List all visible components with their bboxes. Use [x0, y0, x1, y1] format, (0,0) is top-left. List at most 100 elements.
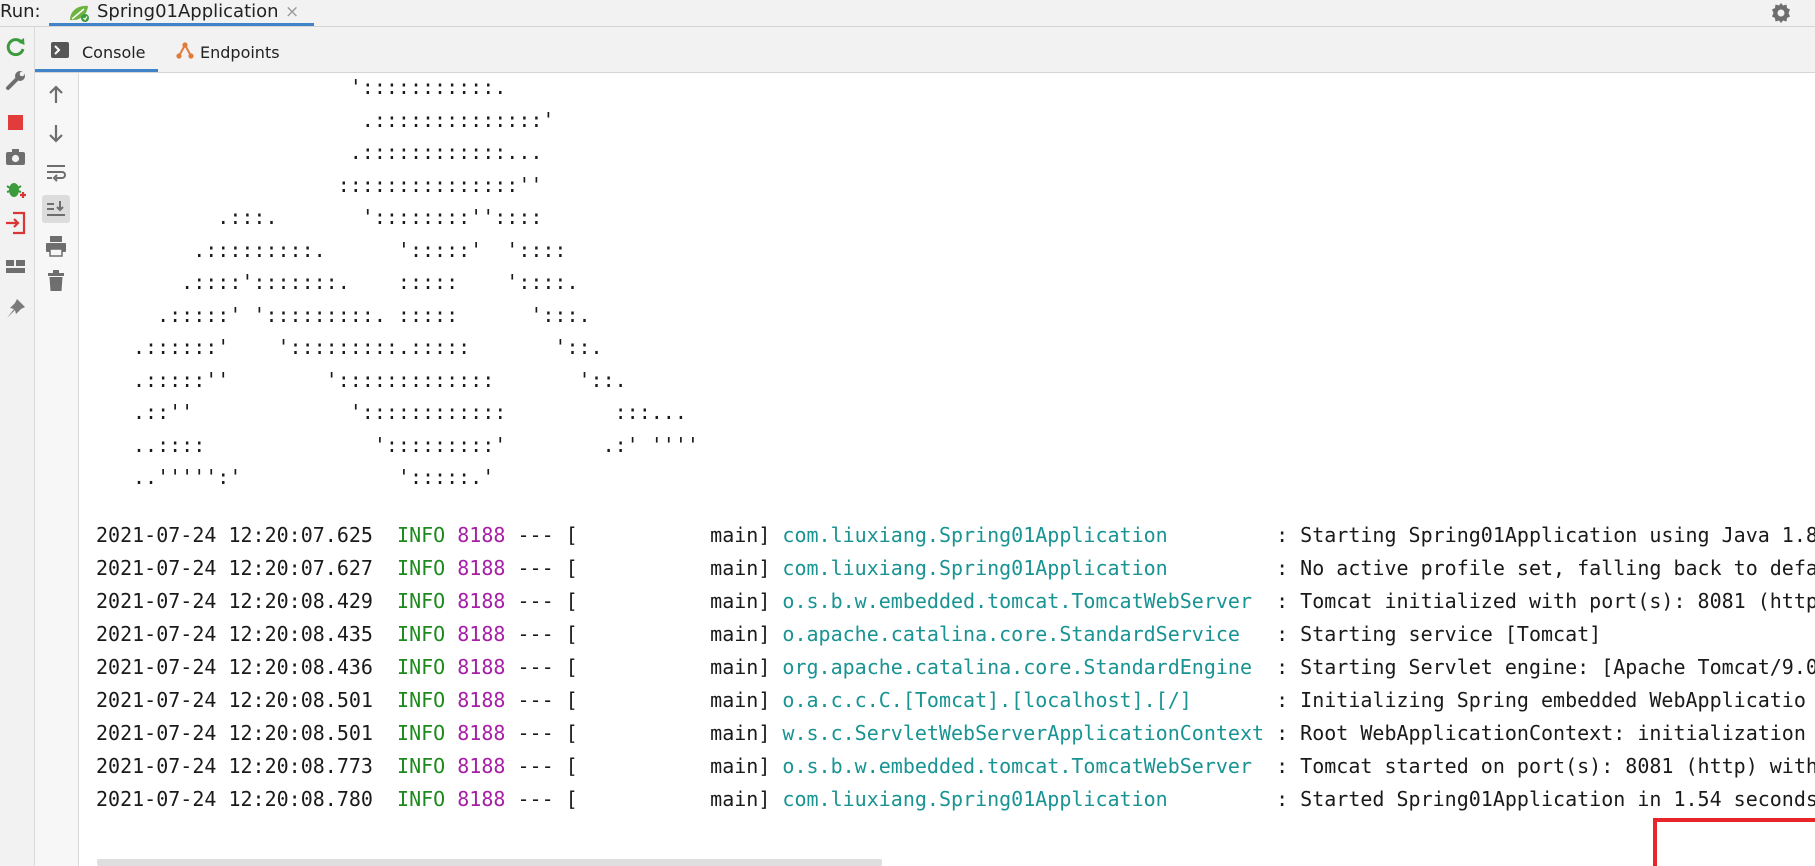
log-sep: --- [ — [517, 655, 578, 679]
log-logger: com.liuxiang.Spring01Application — [782, 787, 1265, 811]
run-label: Run: — [0, 1, 41, 22]
console-icon — [50, 41, 70, 59]
arrow-down-icon[interactable] — [42, 119, 70, 147]
log-logger: o.s.b.w.embedded.tomcat.TomcatWebServer — [782, 589, 1265, 613]
log-pid: 8188 — [457, 523, 506, 547]
close-tab-icon[interactable]: × — [285, 0, 299, 24]
stop-icon[interactable] — [3, 109, 29, 135]
log-sep: --- [ — [517, 523, 578, 547]
log-sep: --- [ — [517, 688, 578, 712]
log-thread: main] — [577, 688, 771, 712]
ascii-art-banner: ':::::::::::. .::::::::::::::' .::::::::… — [133, 73, 699, 494]
log-ts: 2021-07-24 12:20:08.773 — [96, 754, 373, 778]
ascii-art-line: ..:::: ':::::::::' .:' '''' — [133, 432, 699, 457]
log-thread: main] — [577, 655, 771, 679]
console-output[interactable]: ':::::::::::. .::::::::::::::' .::::::::… — [79, 73, 1815, 866]
log-msg: : Started Spring01Application in 1.54 se… — [1264, 787, 1815, 811]
log-level: INFO — [397, 589, 446, 613]
log-thread: main] — [577, 523, 771, 547]
print-icon[interactable] — [42, 232, 70, 260]
layout-icon[interactable] — [3, 253, 29, 279]
ascii-art-line: .::'' ':::::::::::: :::... — [133, 400, 687, 424]
run-side-toolbar — [0, 27, 35, 866]
ascii-art-line: :::::::::::::::'' — [133, 172, 543, 197]
log-level: INFO — [397, 523, 446, 547]
log-logger: org.apache.catalina.core.StandardEngine — [782, 655, 1265, 679]
ascii-art-line: .:::. '::::::::'':::: — [133, 205, 543, 229]
soft-wrap-icon[interactable] — [42, 158, 70, 186]
log-level: INFO — [397, 787, 446, 811]
port-highlight-box — [1653, 818, 1815, 866]
log-thread: main] — [577, 721, 771, 745]
tab-endpoints-label: Endpoints — [200, 43, 280, 62]
exit-icon[interactable] — [3, 210, 29, 236]
run-tab-title: Spring01Application — [97, 1, 279, 22]
scroll-to-end-icon[interactable] — [42, 195, 70, 223]
pin-icon[interactable] — [3, 296, 29, 322]
log-ts: 2021-07-24 12:20:08.780 — [96, 787, 373, 811]
log-logger: o.apache.catalina.core.StandardService — [782, 622, 1265, 646]
log-line: 2021-07-24 12:20:08.780 INFO 8188 --- [ … — [96, 783, 1815, 816]
log-pid: 8188 — [457, 589, 506, 613]
gear-icon[interactable] — [1769, 1, 1793, 25]
ascii-art-line: .::::':::::::. ::::: '::::. — [133, 270, 579, 294]
tab-console[interactable]: Console — [35, 27, 158, 72]
log-thread: main] — [577, 754, 771, 778]
ascii-art-line: .::::::::::::... — [133, 140, 543, 164]
log-msg: : Root WebApplicationContext: initializa… — [1264, 721, 1815, 745]
log-msg: : Starting service [Tomcat] — [1264, 622, 1602, 646]
log-msg: : Tomcat started on port(s): 8081 (http)… — [1264, 754, 1815, 778]
log-line: 2021-07-24 12:20:08.501 INFO 8188 --- [ … — [96, 717, 1815, 750]
ascii-art-line: .:::::' ':::::::::. ::::: ':::. — [133, 302, 591, 327]
log-level: INFO — [397, 721, 446, 745]
log-line: 2021-07-24 12:20:08.436 INFO 8188 --- [ … — [96, 651, 1815, 684]
log-logger: w.s.c.ServletWebServerApplicationContext — [782, 721, 1265, 745]
console-side-toolbar — [35, 73, 79, 866]
run-tab-spring01application[interactable]: Spring01Application × — [49, 0, 314, 26]
log-logger: com.liuxiang.Spring01Application — [782, 556, 1265, 580]
log-pid: 8188 — [457, 688, 506, 712]
log-ts: 2021-07-24 12:20:07.627 — [96, 556, 373, 580]
debug-icon[interactable] — [3, 177, 29, 203]
log-pid: 8188 — [457, 787, 506, 811]
log-sep: --- [ — [517, 589, 578, 613]
log-msg: : Initializing Spring embedded WebApplic… — [1264, 688, 1806, 712]
log-ts: 2021-07-24 12:20:08.435 — [96, 622, 373, 646]
log-logger: com.liuxiang.Spring01Application — [782, 523, 1265, 547]
run-toolbar: Run: Spring01Application × — [0, 0, 1815, 27]
log-level: INFO — [397, 754, 446, 778]
log-ts: 2021-07-24 12:20:08.436 — [96, 655, 373, 679]
log-line: 2021-07-24 12:20:08.435 INFO 8188 --- [ … — [96, 618, 1815, 651]
log-msg: : Tomcat initialized with port(s): 8081 … — [1264, 589, 1815, 613]
log-sep: --- [ — [517, 754, 578, 778]
log-pid: 8188 — [457, 622, 506, 646]
log-thread: main] — [577, 589, 771, 613]
wrench-icon[interactable] — [3, 67, 29, 93]
log-lines: 2021-07-24 12:20:07.625 INFO 8188 --- [ … — [96, 519, 1815, 816]
log-line: 2021-07-24 12:20:08.501 INFO 8188 --- [ … — [96, 684, 1815, 717]
log-level: INFO — [397, 622, 446, 646]
log-sep: --- [ — [517, 556, 578, 580]
tab-endpoints[interactable]: Endpoints — [158, 27, 288, 72]
log-pid: 8188 — [457, 655, 506, 679]
log-msg: : No active profile set, falling back to… — [1264, 556, 1815, 580]
log-thread: main] — [577, 556, 771, 580]
ascii-art-line: .:::::::::. ':::::' ':::: — [133, 237, 567, 262]
log-logger: o.a.c.c.C.[Tomcat].[localhost].[/] — [782, 688, 1265, 712]
trash-icon[interactable] — [42, 267, 70, 295]
rerun-icon[interactable] — [3, 34, 29, 60]
log-sep: --- [ — [517, 721, 578, 745]
log-sep: --- [ — [517, 787, 578, 811]
log-thread: main] — [577, 622, 771, 646]
ascii-art-line: ..''''':' ':::::.' — [133, 465, 495, 489]
log-pid: 8188 — [457, 556, 506, 580]
ascii-art-line: .:::::'' '::::::::::::: '::. — [133, 367, 627, 392]
log-pid: 8188 — [457, 754, 506, 778]
tab-console-label: Console — [82, 43, 146, 62]
ascii-art-line: .::::::::::::::' — [133, 107, 555, 132]
arrow-up-icon[interactable] — [42, 81, 70, 109]
log-sep: --- [ — [517, 622, 578, 646]
camera-icon[interactable] — [3, 144, 29, 170]
horizontal-scrollbar[interactable] — [97, 859, 882, 866]
log-line: 2021-07-24 12:20:07.625 INFO 8188 --- [ … — [96, 519, 1815, 552]
